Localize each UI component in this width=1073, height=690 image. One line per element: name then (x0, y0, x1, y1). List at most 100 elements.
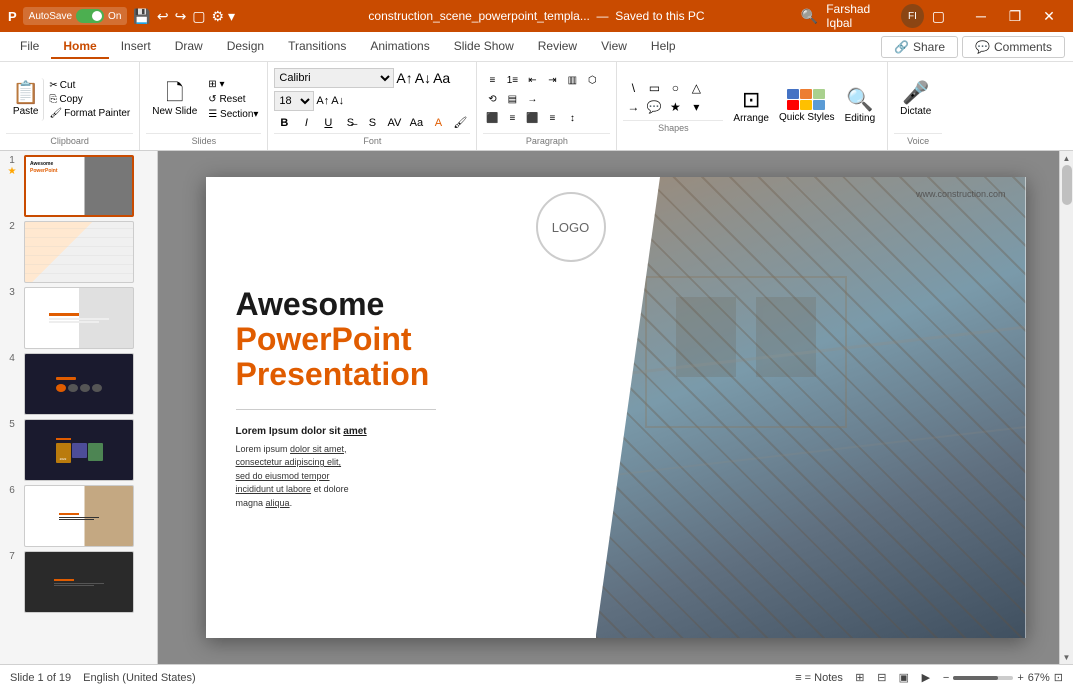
share-button[interactable]: 🔗 Share (881, 36, 958, 58)
format-painter-button[interactable]: 🖌 Format Painter (46, 107, 133, 120)
shape-star[interactable]: ★ (665, 98, 685, 116)
comments-button[interactable]: 💬 Comments (962, 36, 1065, 58)
present-icon[interactable]: ▢ (192, 8, 205, 25)
zoom-out-icon[interactable]: − (943, 672, 949, 684)
tab-slideshow[interactable]: Slide Show (442, 35, 526, 59)
font-grow-icon[interactable]: A↑ (396, 70, 412, 86)
reset-button[interactable]: ↺ Reset (205, 93, 261, 106)
slide-thumb-3[interactable]: 3 (4, 287, 153, 349)
highlight-button[interactable]: 🖌 (450, 114, 470, 132)
slide-sorter-button[interactable]: ⊟ (873, 669, 891, 687)
tab-view[interactable]: View (589, 35, 639, 59)
scroll-thumb[interactable] (1062, 165, 1072, 205)
convert-button[interactable]: → (523, 92, 541, 108)
smart-art-button[interactable]: ⬡ (583, 73, 601, 89)
shape-triangle[interactable]: △ (686, 79, 706, 97)
increase-indent-button[interactable]: ⇥ (543, 73, 561, 89)
tab-file[interactable]: File (8, 35, 51, 59)
slide-6-thumbnail (24, 485, 134, 547)
paste-button[interactable]: 📋 Paste (6, 78, 44, 121)
numbering-button[interactable]: 1≡ (503, 73, 521, 89)
redo-icon[interactable]: ↪ (175, 8, 187, 25)
slide-thumb-2[interactable]: 2 (4, 221, 153, 283)
clear-format-icon[interactable]: Aa (433, 70, 450, 86)
font-family-select[interactable]: Calibri (274, 68, 394, 88)
cut-button[interactable]: ✂ Cut (46, 79, 133, 92)
mode-icon[interactable]: ▢ (932, 8, 945, 25)
scroll-down-button[interactable]: ▼ (1060, 650, 1073, 664)
dictate-button[interactable]: 🎤 Dictate (894, 78, 937, 121)
font-color-button[interactable]: A (428, 114, 448, 132)
font-size-select[interactable]: 18 (274, 91, 314, 111)
char-spacing-button[interactable]: AV (384, 114, 404, 132)
align-right-button[interactable]: ⬛ (523, 111, 541, 127)
tab-animations[interactable]: Animations (358, 35, 441, 59)
italic-button[interactable]: I (296, 114, 316, 132)
tab-insert[interactable]: Insert (109, 35, 163, 59)
vertical-scrollbar[interactable]: ▲ ▼ (1059, 151, 1073, 664)
arrange-button[interactable]: ⊡ Arrange (727, 85, 775, 128)
shape-line[interactable]: \ (623, 79, 643, 97)
new-slide-button[interactable]: 🗋 New Slide (146, 78, 203, 121)
layout-button[interactable]: ⊞ ▾ (205, 78, 261, 91)
slide-thumb-6[interactable]: 6 (4, 485, 153, 547)
tab-home[interactable]: Home (51, 35, 108, 59)
customize-icon[interactable]: ⚙ ▾ (212, 8, 235, 25)
decrease-indent-button[interactable]: ⇤ (523, 73, 541, 89)
restore-button[interactable]: ❐ (999, 0, 1031, 32)
save-icon[interactable]: 💾 (133, 8, 150, 25)
close-button[interactable]: ✕ (1033, 0, 1065, 32)
slides-body: 🗋 New Slide ⊞ ▾ ↺ Reset ☰ Section▾ (146, 66, 261, 133)
tab-help[interactable]: Help (639, 35, 688, 59)
reading-view-button[interactable]: ▣ (895, 669, 913, 687)
line-spacing-button[interactable]: ↕ (563, 111, 581, 127)
slide-thumb-5[interactable]: 5 2022 (4, 419, 153, 481)
justify-button[interactable]: ≡ (543, 111, 561, 127)
align-text-button[interactable]: ▤ (503, 92, 521, 108)
shape-more[interactable]: ▾ (686, 98, 706, 116)
notes-button[interactable]: ≡ = Notes (795, 672, 843, 684)
shape-callout[interactable]: 💬 (644, 98, 664, 116)
shape-arrow[interactable]: → (623, 98, 643, 116)
tab-transitions[interactable]: Transitions (276, 35, 358, 59)
slide-thumb-4[interactable]: 4 (4, 353, 153, 415)
autosave-switch[interactable] (76, 9, 104, 23)
slide-thumb-1[interactable]: 1 ★ Awesome PowerPoint (4, 155, 153, 217)
normal-view-button[interactable]: ⊞ (851, 669, 869, 687)
search-icon[interactable]: 🔍 (801, 8, 818, 25)
font-grow-icon2[interactable]: A↑ (316, 95, 329, 107)
slide-5-thumbnail: 2022 (24, 419, 134, 481)
fit-icon[interactable]: ⊡ (1054, 671, 1063, 684)
tab-review[interactable]: Review (526, 35, 589, 59)
undo-icon[interactable]: ↩ (157, 8, 169, 25)
font-shrink-icon[interactable]: A↓ (415, 70, 431, 86)
slideshow-button[interactable]: ▶ (917, 669, 935, 687)
align-center-button[interactable]: ≡ (503, 111, 521, 127)
shape-circle[interactable]: ○ (665, 79, 685, 97)
strikethrough-button[interactable]: S̶ (340, 114, 360, 132)
underline-button[interactable]: U (318, 114, 338, 132)
autosave-toggle[interactable]: AutoSave On (23, 7, 128, 25)
case-button[interactable]: Aa (406, 114, 426, 132)
font-shrink-icon2[interactable]: A↓ (331, 95, 344, 107)
tab-design[interactable]: Design (215, 35, 276, 59)
columns-button[interactable]: ▥ (563, 73, 581, 89)
minimize-button[interactable]: ─ (965, 0, 997, 32)
slide-panel: 1 ★ Awesome PowerPoint 2 (0, 151, 158, 664)
copy-button[interactable]: ⎘ Copy (46, 93, 133, 106)
align-left-button[interactable]: ⬛ (483, 111, 501, 127)
tab-draw[interactable]: Draw (163, 35, 215, 59)
text-direction-button[interactable]: ⟲ (483, 92, 501, 108)
scroll-up-button[interactable]: ▲ (1060, 151, 1073, 165)
zoom-in-icon[interactable]: + (1017, 672, 1023, 684)
slide-thumb-7[interactable]: 7 (4, 551, 153, 613)
editing-button[interactable]: 🔍 Editing (839, 85, 882, 128)
bold-button[interactable]: B (274, 114, 294, 132)
quick-styles-button[interactable]: Quick Styles (779, 89, 835, 123)
zoom-slider[interactable] (953, 676, 1013, 680)
section-button[interactable]: ☰ Section▾ (205, 108, 261, 121)
shadow-button[interactable]: S (362, 114, 382, 132)
shape-rect[interactable]: ▭ (644, 79, 664, 97)
slide-panel-scroll[interactable]: 1 ★ Awesome PowerPoint 2 (4, 155, 153, 660)
bullets-button[interactable]: ≡ (483, 73, 501, 89)
